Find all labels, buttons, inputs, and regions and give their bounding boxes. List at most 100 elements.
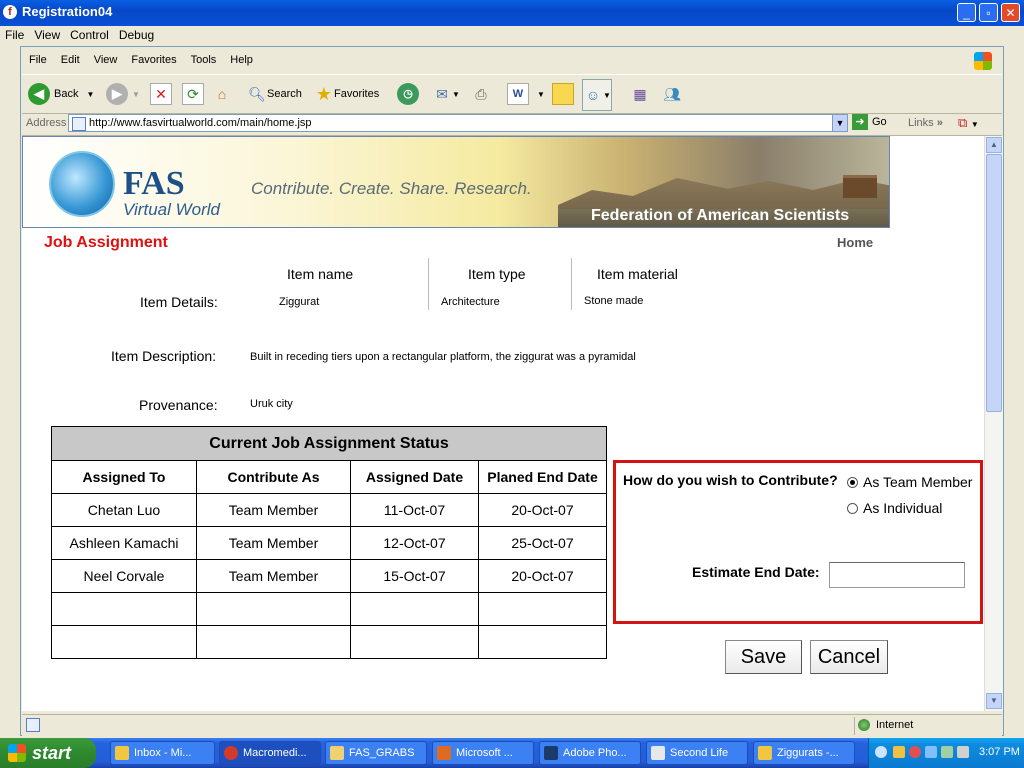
history-button[interactable]: ◷ [397, 79, 423, 109]
task-outlook[interactable]: Inbox - Mi... [110, 741, 215, 765]
banner-tagline: Contribute. Create. Share. Research. [251, 179, 532, 198]
logo-fas-text: FAS [123, 165, 185, 202]
messenger-button[interactable]: ☺ ▼ [582, 79, 612, 111]
task-macromedia[interactable]: Macromedi... [219, 741, 321, 765]
table-cell [196, 625, 351, 659]
address-dropdown-button[interactable]: ▼ [832, 114, 848, 132]
job-status-table: Current Job Assignment Status Assigned T… [51, 426, 607, 659]
radio-individual[interactable] [847, 503, 858, 514]
table-row: Neel Corvale Team Member 15-Oct-07 20-Oct-0… [51, 559, 607, 593]
window-titlebar[interactable]: f Registration04 _ ▫ ✕ [0, 0, 1024, 26]
menu-debug[interactable]: Debug [114, 26, 159, 44]
maximize-button[interactable]: ▫ [979, 3, 998, 22]
table-cell [350, 625, 479, 659]
address-input[interactable]: http://www.fasvirtualworld.com/main/home… [68, 114, 846, 132]
favorites-button[interactable]: ★ Favorites [314, 79, 379, 109]
print-button[interactable]: ⎙ [471, 79, 491, 109]
refresh-button[interactable]: ⟳ [182, 79, 204, 109]
ie-menu-help[interactable]: Help [223, 52, 260, 68]
browser-menubar: File Edit View Favorites Tools Help [22, 52, 1002, 72]
cancel-button[interactable]: Cancel [810, 640, 888, 674]
back-button[interactable]: ◀ Back ▼ [28, 79, 94, 109]
scroll-thumb[interactable] [986, 154, 1002, 412]
radio-team-member[interactable] [847, 477, 858, 488]
column-header: Assigned To [51, 460, 197, 494]
forward-button[interactable]: ▶ ▼ [106, 79, 140, 109]
contribute-question: How do you wish to Contribute? [623, 472, 838, 488]
menu-control[interactable]: Control [65, 26, 114, 44]
windows-flag-icon [8, 744, 26, 762]
task-photoshop[interactable]: Adobe Pho... [539, 741, 641, 765]
edit-button[interactable]: W ▼ [507, 79, 545, 109]
table-cell: Ashleen Kamachi [51, 526, 197, 560]
tray-app-icon[interactable] [909, 746, 921, 758]
end-date-input[interactable] [829, 562, 965, 588]
tray-network-icon[interactable] [925, 746, 937, 758]
task-fas-grabs[interactable]: FAS_GRABS [325, 741, 427, 765]
table-cell: Chetan Luo [51, 493, 197, 527]
table-row [51, 625, 607, 659]
folder-icon [330, 746, 344, 760]
radio-team-member-label[interactable]: As Team Member [863, 474, 972, 490]
address-bar: Address http://www.fasvirtualworld.com/m… [22, 113, 1002, 136]
menu-file[interactable]: File [0, 26, 29, 44]
end-date-label: Estimate End Date: [692, 564, 820, 580]
task-second-life[interactable]: Second Life [646, 741, 748, 765]
go-arrow-icon: ➜ [852, 114, 868, 130]
page-scrollbar[interactable]: ▲ ▼ [984, 136, 1003, 711]
scroll-up-button[interactable]: ▲ [986, 137, 1002, 153]
contacts-button[interactable]: 👥︎ [662, 79, 682, 109]
star-icon: ★ [315, 84, 333, 104]
header-item-name: Item name [287, 266, 354, 282]
go-button[interactable]: ➜ Go [852, 114, 887, 130]
internet-globe-icon [858, 719, 870, 731]
table-row: Ashleen Kamachi Team Member 12-Oct-07 25-Oc… [51, 526, 607, 560]
column-header: Contribute As [196, 460, 351, 494]
ie-menu-tools[interactable]: Tools [184, 52, 224, 68]
scroll-down-button[interactable]: ▼ [986, 693, 1002, 709]
word-icon: W [507, 83, 529, 105]
menu-view[interactable]: View [29, 26, 65, 44]
messenger-icon: ☺ [585, 87, 601, 103]
ie-menu-view[interactable]: View [87, 52, 125, 68]
page-title: Job Assignment [44, 234, 168, 251]
minimize-button[interactable]: _ [957, 3, 976, 22]
forward-arrow-icon: ▶ [106, 83, 128, 105]
close-button[interactable]: ✕ [1001, 3, 1020, 22]
table-row [51, 592, 607, 626]
table-cell: Team Member [196, 493, 351, 527]
notes-button[interactable] [552, 79, 574, 109]
ie-menu-favorites[interactable]: Favorites [124, 52, 183, 68]
home-button[interactable]: ⌂ [212, 79, 232, 109]
window-title: Registration04 [22, 4, 113, 19]
clock[interactable]: 3:07 PM [979, 746, 1020, 758]
outer-menubar: File View Control Debug [0, 26, 1024, 46]
save-button[interactable]: Save [725, 640, 802, 674]
mail-button[interactable]: ✉ ▼ [432, 79, 460, 109]
links-button[interactable]: Links » [908, 117, 943, 129]
search-button[interactable]: 🔍︎ Search [247, 79, 302, 109]
tray-volume-icon[interactable] [957, 746, 969, 758]
tray-app-icon[interactable] [893, 746, 905, 758]
ie-menu-file[interactable]: File [22, 52, 54, 68]
task-microsoft[interactable]: Microsoft ... [432, 741, 534, 765]
stop-icon: ✕ [150, 83, 172, 105]
stop-button[interactable]: ✕ [150, 79, 172, 109]
second-life-icon [651, 746, 665, 760]
start-button[interactable]: start [0, 738, 96, 768]
column-header: Planed End Date [478, 460, 607, 494]
pdf-toolbar-icon[interactable]: ⧉ ▼ [958, 115, 979, 131]
column-divider [571, 258, 572, 310]
radio-individual-label[interactable]: As Individual [863, 500, 942, 516]
table-row: Chetan Luo Team Member 11-Oct-07 20-Oct-07 [51, 493, 607, 527]
ie-menu-edit[interactable]: Edit [54, 52, 87, 68]
logo-subtitle: Virtual World [123, 200, 220, 219]
home-link[interactable]: Home [837, 235, 873, 250]
research-button[interactable]: ▦ [630, 79, 650, 109]
page-status-icon [26, 718, 40, 732]
tray-app-icon[interactable] [941, 746, 953, 758]
tray-expand-icon[interactable] [875, 746, 887, 758]
contacts-icon: 👥︎ [663, 86, 681, 102]
table-cell: 20-Oct-07 [478, 559, 607, 593]
task-ziggurats[interactable]: Ziggurats -... [753, 741, 855, 765]
